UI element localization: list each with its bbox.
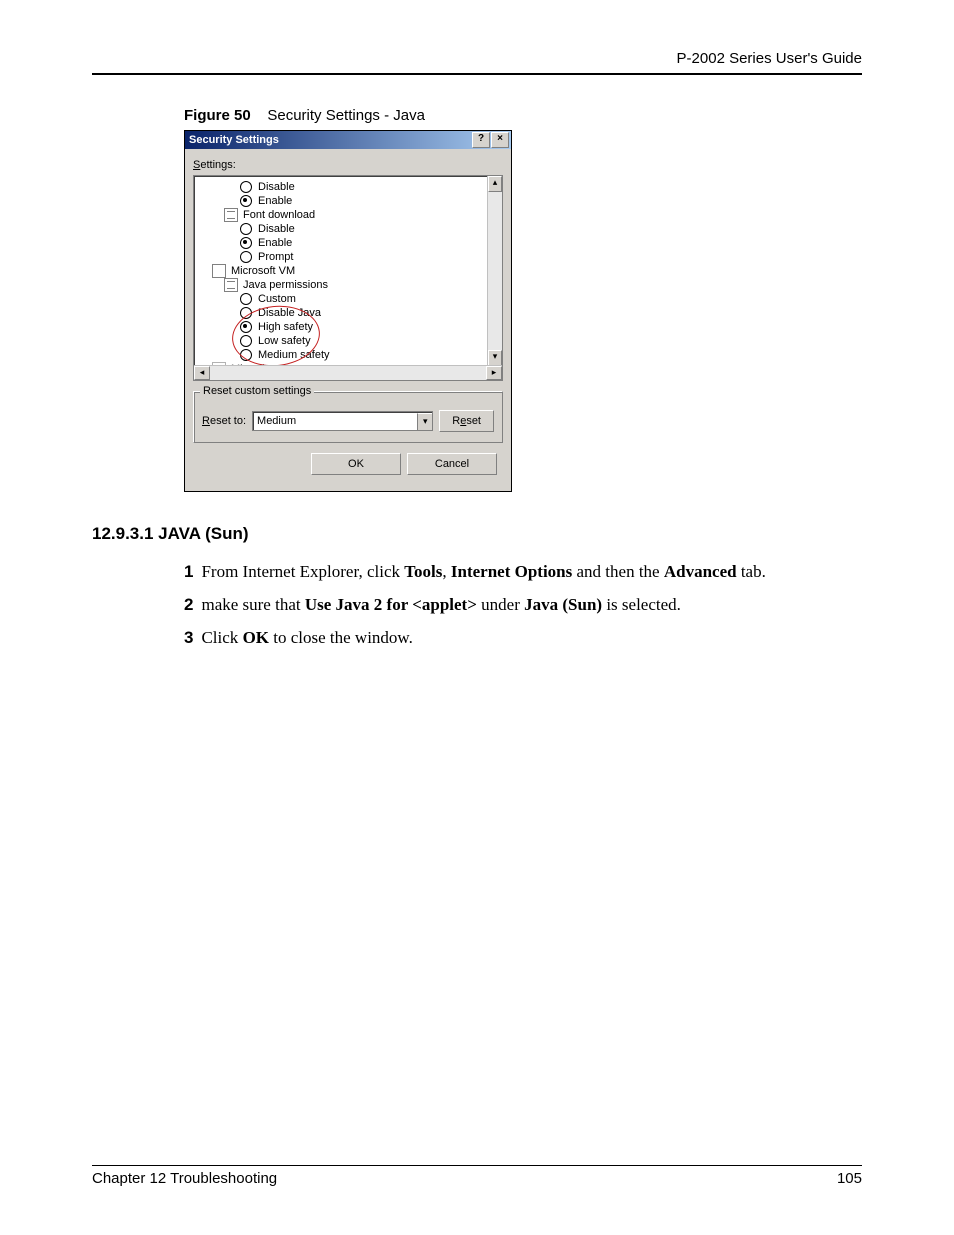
figure-caption: Figure 50 Security Settings - Java <box>184 107 862 124</box>
step-body: make sure that Use Java 2 for <applet> u… <box>201 591 680 618</box>
scroll-down-button[interactable]: ▾ <box>488 350 502 366</box>
step-number: 1 <box>184 558 193 585</box>
category-microsoft-vm: Microsoft VM <box>200 264 502 278</box>
category-java-permissions: Java permissions <box>200 278 502 292</box>
ok-button[interactable]: OK <box>311 453 401 475</box>
figure-caption-text: Security Settings - Java <box>267 107 425 124</box>
help-button[interactable]: ? <box>472 132 490 148</box>
vertical-scrollbar[interactable]: ▴ ▾ <box>487 176 502 366</box>
footer-page-number: 105 <box>837 1170 862 1187</box>
figure-label: Figure 50 <box>184 107 251 124</box>
settings-label: Settings: <box>193 159 503 171</box>
section-heading: 12.9.3.1 JAVA (Sun) <box>92 524 862 544</box>
chevron-down-icon[interactable]: ▾ <box>417 413 432 430</box>
radio-disable-2[interactable]: Disable <box>200 222 502 236</box>
page: P-2002 Series User's Guide Figure 50 Sec… <box>0 0 954 1235</box>
step-number: 3 <box>184 624 193 651</box>
dialog-action-row: OK Cancel <box>193 443 503 483</box>
running-head: P-2002 Series User's Guide <box>92 50 862 67</box>
close-button[interactable]: × <box>491 132 509 148</box>
reset-to-label: Reset to: <box>202 415 246 427</box>
dialog-title: Security Settings <box>189 134 279 146</box>
step-1: 1 From Internet Explorer, click Tools, I… <box>184 558 862 585</box>
category-font-download: Font download <box>200 208 502 222</box>
radio-disable-1[interactable]: Disable <box>200 180 502 194</box>
radio-high-safety[interactable]: High safety <box>200 320 502 334</box>
document-icon <box>224 278 238 292</box>
reset-level-combo[interactable]: Medium ▾ <box>252 411 433 431</box>
radio-medium-safety[interactable]: Medium safety <box>200 348 502 362</box>
step-2: 2 make sure that Use Java 2 for <applet>… <box>184 591 862 618</box>
footer: Chapter 12 Troubleshooting 105 <box>92 1165 862 1187</box>
step-body: Click OK to close the window. <box>201 624 412 651</box>
group-legend: Reset custom settings <box>200 385 314 397</box>
reset-button[interactable]: Reset <box>439 410 494 432</box>
dialog-body: Settings: Disable Enable Font download D… <box>185 149 511 491</box>
titlebar-buttons: ? × <box>472 132 509 148</box>
step-list: 1 From Internet Explorer, click Tools, I… <box>184 558 862 652</box>
step-number: 2 <box>184 591 193 618</box>
security-settings-dialog: Security Settings ? × Settings: Disable … <box>184 130 512 492</box>
radio-disable-java[interactable]: Disable Java <box>200 306 502 320</box>
scroll-right-button[interactable]: ▸ <box>486 366 502 380</box>
cancel-button[interactable]: Cancel <box>407 453 497 475</box>
radio-low-safety[interactable]: Low safety <box>200 334 502 348</box>
scroll-up-button[interactable]: ▴ <box>488 176 502 192</box>
document-icon <box>224 208 238 222</box>
footer-chapter: Chapter 12 Troubleshooting <box>92 1170 277 1187</box>
bottom-rule <box>92 1165 862 1166</box>
scroll-left-button[interactable]: ◂ <box>194 366 210 380</box>
step-body: From Internet Explorer, click Tools, Int… <box>201 558 765 585</box>
radio-prompt[interactable]: Prompt <box>200 250 502 264</box>
top-rule <box>92 73 862 75</box>
folder-icon <box>212 264 226 278</box>
horizontal-scrollbar[interactable]: ◂ ▸ <box>194 365 502 380</box>
combo-value: Medium <box>257 415 296 427</box>
radio-enable-2[interactable]: Enable <box>200 236 502 250</box>
titlebar: Security Settings ? × <box>185 131 511 149</box>
radio-enable-1[interactable]: Enable <box>200 194 502 208</box>
settings-tree[interactable]: Disable Enable Font download Disable Ena… <box>193 175 503 381</box>
step-3: 3 Click OK to close the window. <box>184 624 862 651</box>
radio-custom[interactable]: Custom <box>200 292 502 306</box>
reset-custom-settings-group: Reset custom settings Reset to: Medium ▾… <box>193 391 503 443</box>
